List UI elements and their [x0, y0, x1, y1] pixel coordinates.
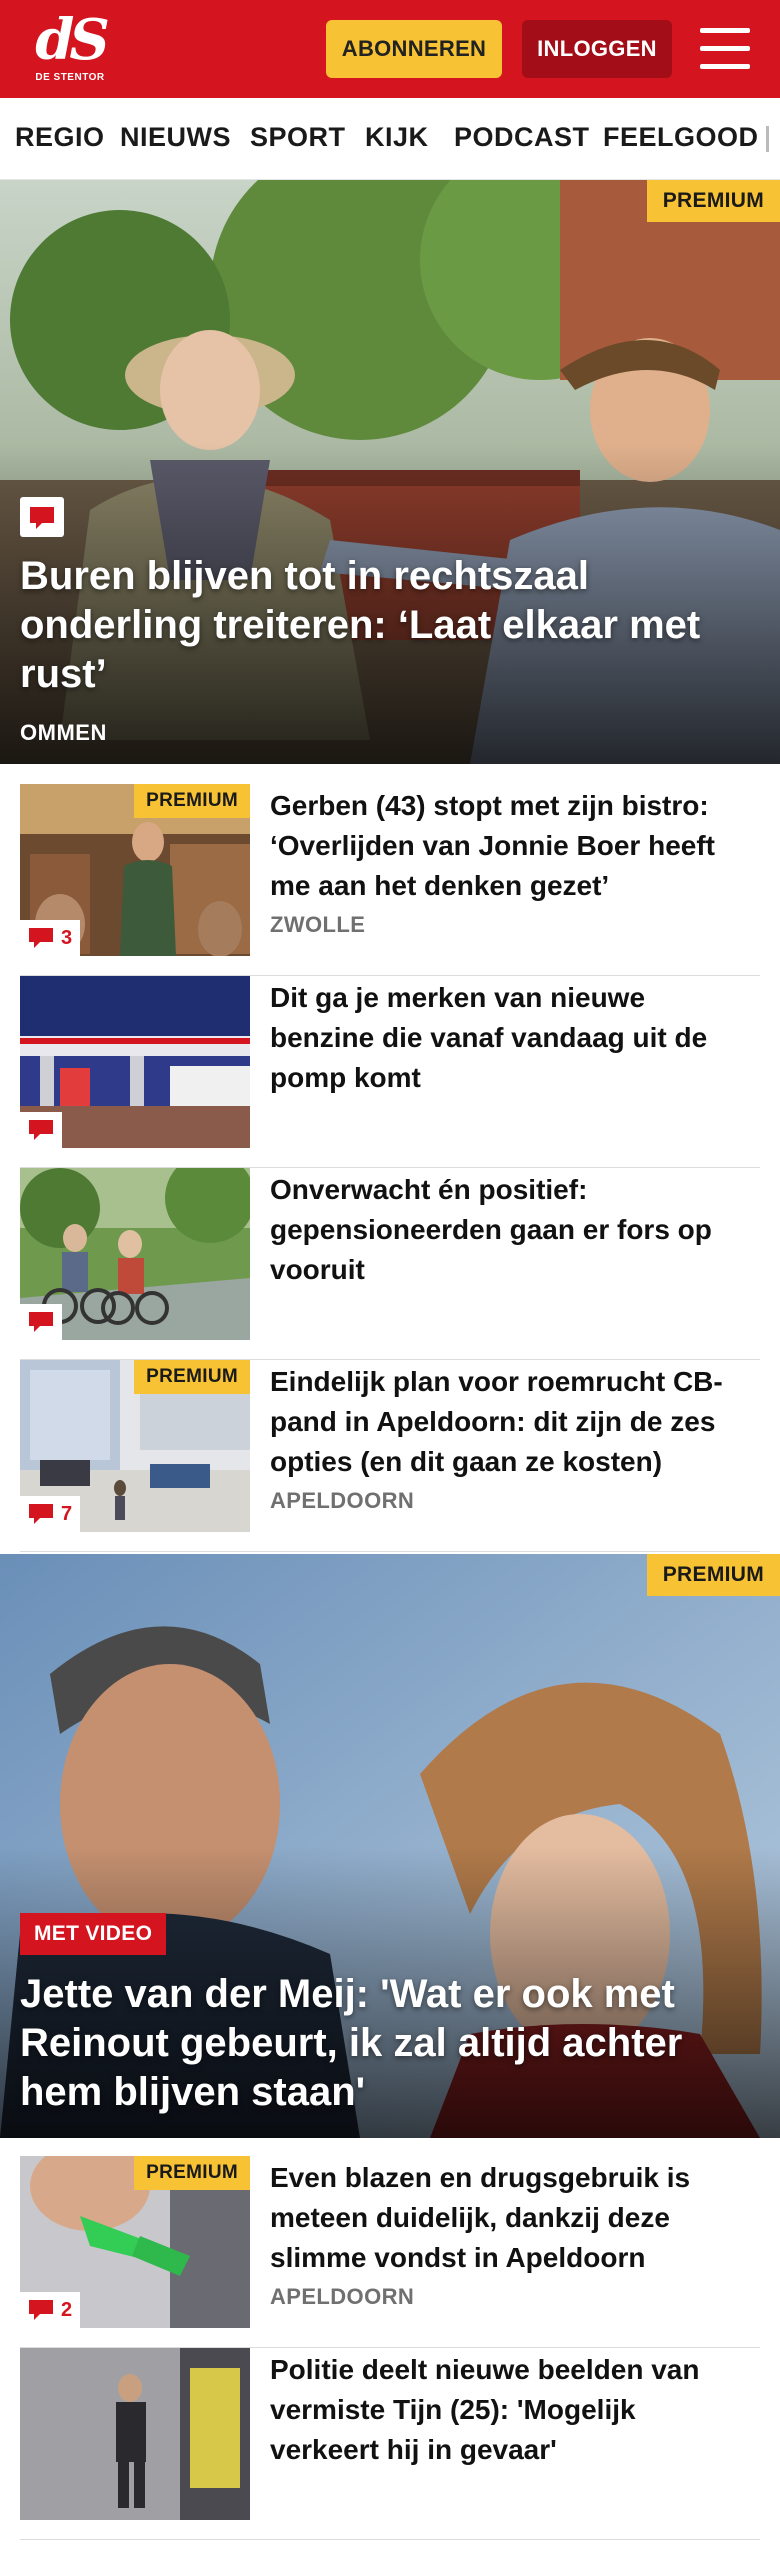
article-title[interactable]: Eindelijk plan voor roemrucht CB-pand in… [270, 1362, 750, 1482]
comment-icon [29, 1120, 53, 1140]
nav-item-kijk[interactable]: KIJK [365, 122, 429, 153]
hero-headline[interactable]: Jette van der Meij: 'Wat er ook met Rein… [20, 1970, 760, 2117]
comment-icon [29, 1504, 53, 1524]
premium-badge: PREMIUM [134, 2156, 250, 2190]
article-row[interactable]: PREMIUM 2 Even blazen en drugsgebruik is… [20, 2156, 760, 2348]
hero-article-1[interactable]: PREMIUM Buren blijven tot in rechtszaal … [0, 180, 780, 764]
nav-item-feelgood[interactable]: FEELGOOD [603, 122, 759, 153]
article-thumbnail[interactable] [20, 976, 250, 1148]
site-header: dS DE STENTOR ABONNEREN INLOGGEN [0, 0, 780, 98]
premium-badge: PREMIUM [646, 180, 780, 222]
video-badge: MET VIDEO [20, 1913, 167, 1955]
logo-subtitle: DE STENTOR [35, 72, 105, 83]
nav-item-nieuws[interactable]: NIEUWS [120, 122, 231, 153]
premium-badge: PREMIUM [134, 784, 250, 818]
article-title[interactable]: Onverwacht én positief: gepensioneerden … [270, 1170, 750, 1290]
nav-scroll-hint [766, 126, 769, 152]
article-row[interactable]: PREMIUM 7 Eindelijk plan voor roemrucht … [20, 1360, 760, 1552]
logo-mark: dS [35, 7, 110, 73]
comment-icon [29, 928, 53, 948]
comment-icon [29, 1312, 53, 1332]
nav-item-regio[interactable]: REGIO [15, 122, 105, 153]
main-nav: REGIO NIEUWS SPORT KIJK PODCAST FEELGOOD [0, 98, 780, 180]
hamburger-menu-icon[interactable] [700, 28, 750, 70]
premium-badge: PREMIUM [646, 1554, 780, 1596]
article-location: APELDOORN [270, 1488, 415, 1513]
article-row[interactable]: PREMIUM 3 Gerben (43) stopt met zijn bis… [20, 784, 760, 976]
comment-count[interactable] [20, 1304, 62, 1340]
article-location: ZWOLLE [270, 912, 366, 937]
article-title[interactable]: Dit ga je merken van nieuwe benzine die … [270, 978, 750, 1098]
article-thumbnail[interactable]: PREMIUM 3 [20, 784, 250, 956]
comment-count-value: 2 [61, 2298, 73, 2321]
comment-count-value: 7 [61, 1502, 73, 1525]
hero-location: OMMEN [20, 720, 107, 745]
hero-article-2[interactable]: PREMIUM MET VIDEO Jette van der Meij: 'W… [0, 1554, 780, 2138]
article-row[interactable]: Onverwacht én positief: gepensioneerden … [20, 1168, 760, 1360]
article-title[interactable]: Even blazen en drugsgebruik is meteen du… [270, 2158, 750, 2278]
article-row[interactable]: Politie deelt nieuwe beelden van vermist… [20, 2348, 760, 2540]
article-thumbnail[interactable] [20, 1168, 250, 1340]
comment-count[interactable]: 7 [20, 1496, 81, 1532]
subscribe-button[interactable]: ABONNEREN [326, 20, 502, 78]
article-row[interactable]: Dit ga je merken van nieuwe benzine die … [20, 976, 760, 1168]
comment-count-value: 3 [61, 926, 73, 949]
article-location: APELDOORN [270, 2284, 415, 2309]
comment-icon [20, 497, 64, 537]
hero-headline[interactable]: Buren blijven tot in rechtszaal onderlin… [20, 552, 760, 699]
comment-icon [29, 2300, 53, 2320]
article-thumbnail[interactable]: PREMIUM 2 [20, 2156, 250, 2328]
article-title[interactable]: Gerben (43) stopt met zijn bistro: ‘Over… [270, 786, 750, 906]
article-title[interactable]: Politie deelt nieuwe beelden van vermist… [270, 2350, 750, 2470]
site-logo[interactable]: dS DE STENTOR [30, 12, 110, 90]
nav-item-podcast[interactable]: PODCAST [454, 122, 590, 153]
comment-count[interactable]: 2 [20, 2292, 81, 2328]
article-thumbnail[interactable]: PREMIUM 7 [20, 1360, 250, 1532]
login-button[interactable]: INLOGGEN [522, 20, 672, 78]
article-thumbnail[interactable] [20, 2348, 250, 2520]
nav-item-sport[interactable]: SPORT [250, 122, 346, 153]
comment-count[interactable]: 3 [20, 920, 81, 956]
comment-count[interactable] [20, 1112, 62, 1148]
premium-badge: PREMIUM [134, 1360, 250, 1394]
